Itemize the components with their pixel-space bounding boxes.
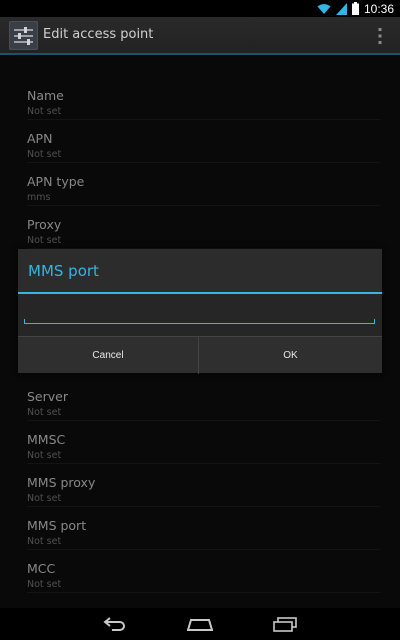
action-bar: Edit access point (0, 17, 400, 55)
status-icons: 10:36 (317, 1, 394, 16)
signal-icon (335, 2, 347, 15)
mms-port-dialog: MMS port Cancel OK (18, 249, 382, 374)
status-bar: 10:36 (0, 0, 400, 17)
page-title: Edit access point (43, 27, 154, 42)
back-button[interactable] (85, 608, 145, 640)
dialog-body (18, 294, 382, 336)
navigation-bar (0, 608, 400, 640)
overflow-menu-icon[interactable] (376, 26, 384, 46)
dialog-header: MMS port (18, 249, 382, 294)
input-edge-left (24, 319, 25, 324)
battery-icon (351, 2, 359, 15)
dialog-title: MMS port (28, 262, 99, 280)
recent-apps-icon (273, 616, 297, 632)
input-edge-right (374, 319, 375, 324)
wifi-icon (317, 3, 331, 14)
recent-apps-button[interactable] (255, 608, 315, 640)
settings-sliders-icon[interactable] (9, 21, 38, 50)
dialog-buttons: Cancel OK (18, 336, 382, 374)
home-button[interactable] (170, 608, 230, 640)
clock: 10:36 (363, 1, 394, 16)
home-icon (187, 618, 213, 631)
mms-port-input[interactable] (24, 305, 374, 324)
ok-button[interactable]: OK (200, 337, 381, 374)
back-icon (103, 617, 125, 631)
cancel-button[interactable]: Cancel (18, 337, 199, 374)
